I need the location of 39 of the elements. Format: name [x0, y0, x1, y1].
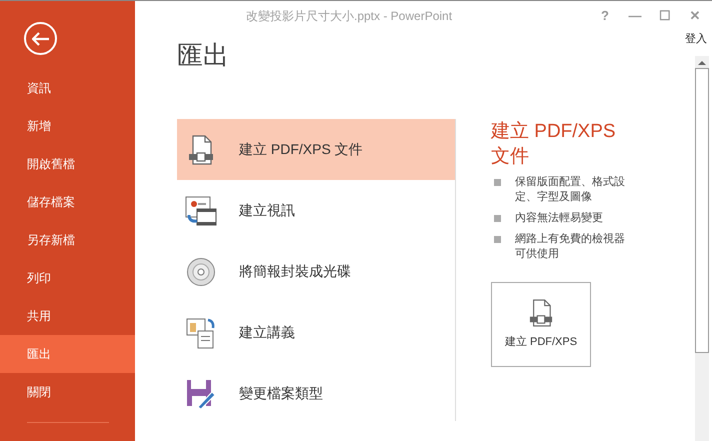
- sidebar-item[interactable]: 列印: [0, 259, 135, 297]
- export-option[interactable]: 變更檔案類型: [177, 363, 455, 424]
- window-control[interactable]: ✕: [688, 6, 702, 26]
- page-heading: 匯出: [177, 39, 229, 72]
- bullet-text: 保留版面配置、格式設定、字型及圖像: [515, 175, 626, 205]
- scrollbar[interactable]: [695, 56, 709, 441]
- back-arrow-icon: [32, 32, 50, 46]
- save-pencil-icon: [186, 378, 216, 408]
- document-icon: [188, 134, 214, 164]
- bullet-text: 內容無法輕易變更: [515, 211, 604, 226]
- export-option[interactable]: 建立視訊: [177, 180, 455, 241]
- window-title: 改變投影片尺寸大小.pptx - PowerPoint: [246, 8, 452, 25]
- export-option[interactable]: 建立講義: [177, 302, 455, 363]
- window-control[interactable]: —: [628, 6, 642, 26]
- sidebar-item[interactable]: 開啟舊檔: [0, 145, 135, 183]
- export-option[interactable]: 將簡報封裝成光碟: [177, 241, 455, 302]
- back-button[interactable]: [24, 22, 57, 55]
- sidebar-item[interactable]: 關閉: [0, 373, 135, 411]
- detail-title: 建立 PDF/XPS 文件: [491, 120, 617, 169]
- window-control[interactable]: ?: [598, 6, 612, 26]
- document-icon: [529, 298, 553, 328]
- sidebar-item[interactable]: 儲存檔案: [0, 183, 135, 221]
- bullet-icon: [494, 215, 501, 222]
- sidebar-item[interactable]: 匯出: [0, 335, 135, 373]
- bullet-icon: [494, 236, 501, 243]
- sidebar-item[interactable]: 另存新檔: [0, 221, 135, 259]
- scroll-thumb[interactable]: [695, 68, 709, 352]
- window-control[interactable]: ☐: [658, 6, 672, 26]
- bullet-text: 網路上有免費的檢視器可供使用: [515, 232, 626, 262]
- bullet-icon: [494, 179, 501, 186]
- sign-in-link[interactable]: 登入: [685, 31, 707, 48]
- sidebar-item[interactable]: 新增: [0, 107, 135, 145]
- export-option[interactable]: 建立 PDF/XPS 文件: [177, 119, 455, 180]
- sidebar-item[interactable]: 資訊: [0, 69, 135, 107]
- disc-icon: [186, 256, 216, 286]
- slide-video-icon: [185, 194, 217, 226]
- sidebar-item[interactable]: 共用: [0, 297, 135, 335]
- handout-icon: [186, 316, 216, 348]
- create-pdf-button[interactable]: 建立 PDF/XPS: [491, 282, 591, 367]
